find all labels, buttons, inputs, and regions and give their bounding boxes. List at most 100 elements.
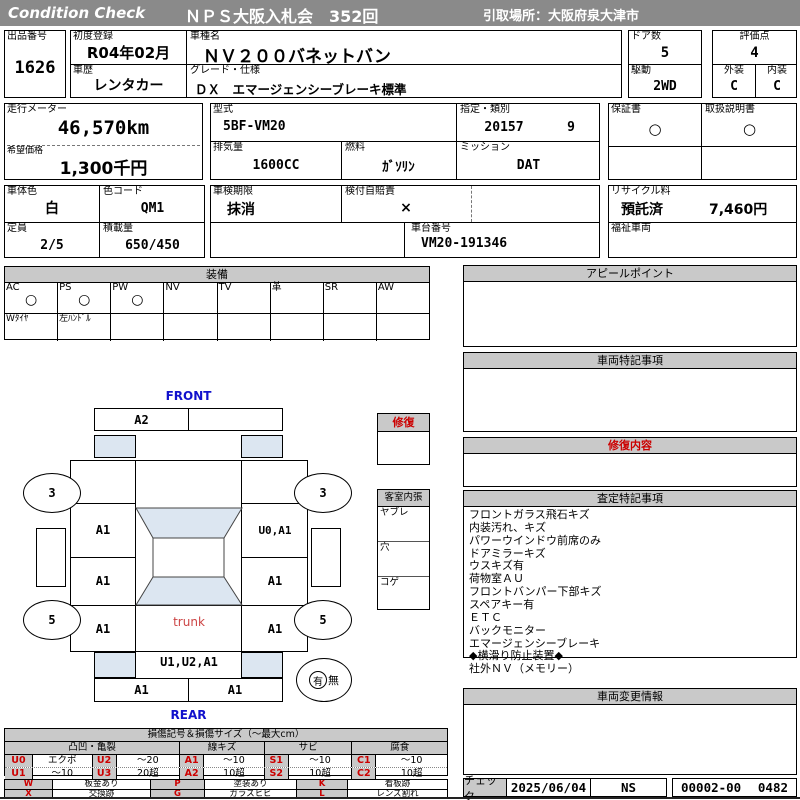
vehicle-main-box: 初度登録 R04年02月 車種名 ＮＶ２００バネットバン 車歴 レンタカー グレ… [70,30,622,98]
score-value: 4 [750,45,759,61]
grade-label: グレード・仕様 [190,65,260,76]
check-date-cell: 2025/06/04 [506,778,591,797]
manual-label: 取扱説明書 [705,104,755,115]
front-bumper-left-mark: A2 [134,412,149,427]
odometer-label: 走行メーター [7,104,67,115]
side-step-right [311,528,341,587]
body-color-value: 白 [45,201,59,217]
warranty-label: 保証書 [611,104,641,115]
legend-section: 凸凹・亀裂 [5,742,181,754]
displacement-value: 1600CC [252,157,300,173]
tire-front-right: 3 [294,473,352,513]
insurance-value: × [400,200,412,216]
divider [609,146,796,147]
capacity-value: 2/5 [40,237,64,253]
drive-value: 2WD [653,78,677,94]
legend-code: A1 [180,755,205,767]
legend-desc: ～10 [400,755,423,766]
load-label: 積載量 [103,223,133,234]
special-notes-title: 車両特記事項 [464,353,796,369]
repair-details-panel: 修復内容 [463,437,797,487]
check-label: チェック [464,773,497,800]
check-code-cell: 00002-00 0482 [672,778,797,797]
chassis-no-value: VM20-191346 [421,236,508,251]
inspection-chassis-box: 車検期限 抹消 検付自賠責 × 車台番号 VM20-191346 [210,185,600,258]
rear-bumper-left-mark: A1 [134,683,149,697]
interior-label: 内装 [767,65,787,76]
equipment-extra [218,314,271,341]
quarter-left-mark: A1 [95,621,111,636]
recycle-welfare-box: リサイクル料 預託済 7,460円 福祉車両 [608,185,797,258]
color-capacity-box: 車体色 白 色コード QM1 定員 2/5 積載量 650/450 [4,185,205,258]
page-bottom-rule [0,797,800,799]
legend-repair-row: W 板金あり P 塗装あり K 看板跡 [5,780,447,789]
odometer-price-box: 走行メーター 46,570km 希望価格 1,300千円 [4,103,203,180]
exterior-label: 外装 [724,65,744,76]
legend-desc: 板金あり [53,780,151,789]
cabin-row-label: 穴 [380,542,390,553]
equipment-extra [271,314,324,341]
odometer-value: 46,570km [57,117,150,139]
equipment-table: 装備 AC ○ PS ○ PW ○ NV TV 革 SR AW Wﾀｲﾔ 左ﾊﾝﾄﾞﾙ [4,266,430,341]
asking-price-value: 1,300千円 [59,158,148,179]
door-front-right-mark: U0,A1 [258,523,292,537]
recycle-amount: 7,460円 [709,202,768,218]
cabin-interior-box: 客室内張 ヤブレ 穴 コゲ [377,489,430,610]
diagram-front-label: FRONT [165,388,212,403]
cabin-row-burn: コゲ [378,576,429,611]
legend-code: U0 [5,755,33,767]
appeal-panel: アピールポイント [463,265,797,347]
repair-mini-box: 修復 [377,413,430,465]
legend-section-row: 凸凹・亀裂 線キズ サビ 腐食 [5,742,447,754]
equipment-extra: 左ﾊﾝﾄﾞﾙ [58,314,112,341]
recycle-status: 預託済 [621,202,663,218]
first-reg-value: R04年02月 [86,43,171,62]
equipment-mark: ○ [24,292,38,308]
check-code1: 00002-00 [681,780,742,795]
appeal-title: アピールポイント [464,266,796,282]
equipment-mark [324,291,376,309]
equipment-col: PS ○ [58,282,112,313]
divider [211,141,599,142]
check-date: 2025/06/04 [510,780,587,795]
legend-title: 損傷記号＆損傷サイズ（～最大cm） [5,729,447,742]
equipment-col: AC ○ [5,282,59,313]
equipment-col: PW ○ [111,282,165,313]
equipment-extra-label: Wﾀｲﾔ [6,314,29,324]
equipment-col: 革 [271,282,324,313]
equipment-extra [377,314,429,341]
doors-label: ドア数 [631,31,661,42]
tire-rear-right: 5 [294,600,352,640]
trunk-label: trunk [173,615,205,629]
damage-legend-table: 損傷記号＆損傷サイズ（～最大cm） 凸凹・亀裂 線キズ サビ 腐食 U0 エクボ… [4,728,448,780]
equipment-mark [164,291,216,309]
transmission-value: DAT [516,157,541,173]
tailgate-left-cell [94,652,136,678]
legend-desc: ～10 [289,755,353,767]
divider [456,104,457,141]
check-inspector: NS [620,780,637,795]
divider [471,186,472,222]
repair-mini-title: 修復 [378,414,429,432]
cabin-row-label: ヤブレ [380,507,409,518]
documents-box: 保証書 ○ 取扱説明書 ○ [608,103,797,180]
cabin-interior-title: 客室内張 [378,490,429,507]
spec-box: 型式 5BF-VM20 指定・類別 20157 9 排気量 1600CC 燃料 … [210,103,600,180]
tailgate-right-cell [241,652,283,678]
color-code-label: 色コード [103,186,143,197]
insurance-label: 検付自賠責 [345,186,395,197]
interior-value: C [773,78,781,94]
diagram-rear-label: REAR [170,707,207,722]
tailgate-mark: U1,U2,A1 [160,655,218,669]
inspection-value: 抹消 [227,202,255,218]
class-no-label: 指定・類別 [460,104,510,115]
equipment-title: 装備 [5,267,429,283]
equipment-extra [111,314,165,341]
legend-code: C1 [352,755,377,767]
equipment-extra-label: 左ﾊﾝﾄﾞﾙ [59,314,91,324]
cowl-left-cell [94,435,136,458]
legend-section: 腐食 [352,742,447,754]
divider [404,222,405,257]
cowl-right-cell [241,435,283,458]
equipment-mark: ○ [78,292,91,308]
